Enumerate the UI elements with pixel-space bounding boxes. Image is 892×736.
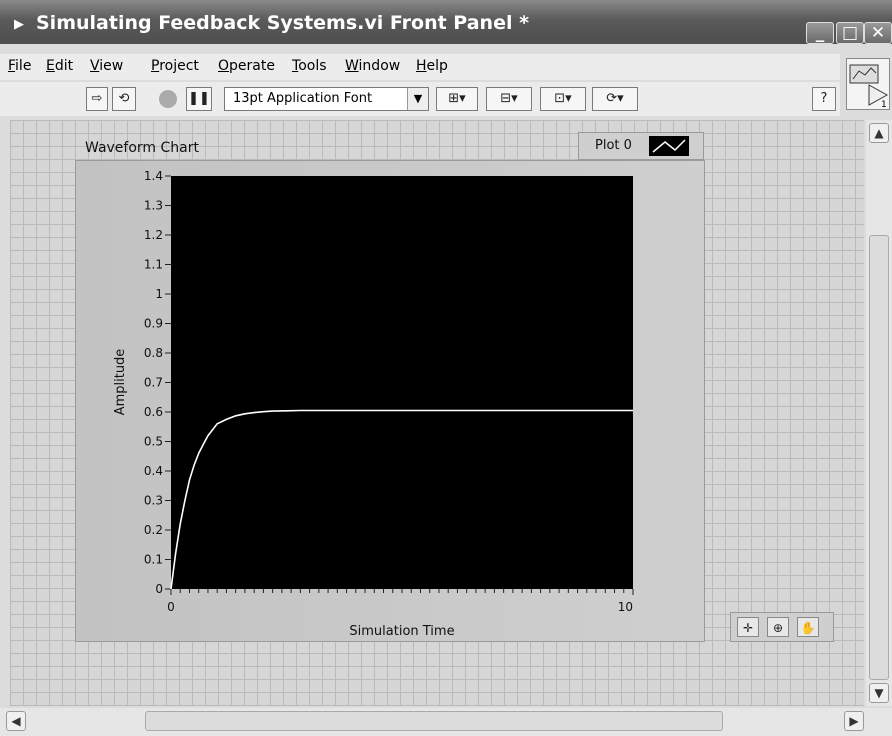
maximize-button[interactable]: □ (836, 22, 864, 44)
legend-line-swatch[interactable] (649, 136, 689, 156)
y-axis: 0 0.1 0.2 0.3 0.4 0.5 0.6 0.7 0.8 0.9 1 1.1 1.2 1.3 1.… (144, 169, 171, 596)
y-tick-label: 0.8 (144, 346, 163, 360)
y-tick-label: 1.2 (144, 228, 163, 242)
x-axis-label: Simulation Time (349, 624, 454, 639)
font-select[interactable]: 13pt Application Font ▼ (224, 87, 429, 111)
scroll-right-icon[interactable]: ▶ (844, 711, 864, 731)
y-tick-label: 1.1 (144, 258, 163, 272)
vi-icon-graphic: 1 (849, 64, 889, 110)
menu-view[interactable]: View (90, 58, 123, 74)
waveform-chart[interactable]: 0 0.1 0.2 0.3 0.4 0.5 0.6 0.7 0.8 0.9 1 1.1 1.2 1.3 1.… (75, 160, 705, 642)
run-arrow-icon[interactable]: ⇨ (86, 87, 108, 111)
y-tick-label: 0.6 (144, 405, 163, 419)
pause-icon[interactable]: ❚❚ (186, 87, 212, 111)
y-axis-label: Amplitude (113, 349, 128, 416)
menu-project[interactable]: Project (151, 58, 199, 74)
scroll-left-icon[interactable]: ◀ (6, 711, 26, 731)
svg-text:1: 1 (881, 100, 887, 109)
y-tick-label: 0.1 (144, 553, 163, 567)
y-tick-label: 0.7 (144, 376, 163, 390)
help-icon[interactable]: ? (812, 87, 836, 111)
plot-legend[interactable]: Plot 0 (578, 132, 704, 160)
x-axis: 0 10 (167, 589, 634, 614)
pan-hand-icon[interactable]: ✋ (797, 617, 819, 637)
labview-window: ▶ Simulating Feedback Systems.vi Front P… (0, 0, 892, 736)
menu-file[interactable]: File (8, 58, 31, 74)
legend-line-icon (652, 139, 686, 153)
distribute-objects-icon[interactable]: ⊟▾ (486, 87, 532, 111)
y-tick-label: 0.9 (144, 317, 163, 331)
vi-connector-icon[interactable]: 1 (846, 58, 890, 110)
abort-icon[interactable] (156, 87, 180, 111)
zoom-icon[interactable]: ⊕ (767, 617, 789, 637)
title-bar[interactable]: ▶ Simulating Feedback Systems.vi Front P… (0, 0, 892, 44)
x-tick-label: 0 (167, 600, 175, 614)
align-objects-icon[interactable]: ⊞▾ (436, 87, 478, 111)
plot-area[interactable] (171, 176, 633, 589)
resize-objects-icon[interactable]: ⊡▾ (540, 87, 586, 111)
vertical-scroll-thumb[interactable] (869, 235, 889, 680)
horizontal-scroll-thumb[interactable] (145, 711, 723, 731)
graph-palette: ✛ ⊕ ✋ (730, 612, 834, 642)
y-tick-label: 0.2 (144, 523, 163, 537)
menu-window[interactable]: Window (345, 58, 400, 74)
cursor-icon[interactable]: ✛ (737, 617, 759, 637)
chart-svg: 0 0.1 0.2 0.3 0.4 0.5 0.6 0.7 0.8 0.9 1 1.1 1.2 1.3 1.… (113, 169, 634, 639)
menu-bar: File Edit View Project Operate Tools Win… (0, 54, 840, 80)
reorder-icon[interactable]: ⟳▾ (592, 87, 638, 111)
toolbar: ⇨ ⟲ ❚❚ 13pt Application Font ▼ ⊞▾ ⊟▾ ⊡▾ … (0, 82, 840, 116)
scroll-up-icon[interactable]: ▲ (869, 123, 889, 143)
menu-help[interactable]: Help (416, 58, 448, 74)
legend-plot-name: Plot 0 (595, 138, 632, 153)
chevron-down-icon[interactable]: ▼ (407, 88, 428, 110)
window-title: Simulating Feedback Systems.vi Front Pan… (36, 12, 530, 34)
menu-operate[interactable]: Operate (218, 58, 275, 74)
chart-label: Waveform Chart (85, 140, 199, 156)
y-tick-label: 0.5 (144, 435, 163, 449)
font-select-label: 13pt Application Font (233, 91, 373, 106)
run-continuously-icon[interactable]: ⟲ (112, 87, 136, 111)
y-tick-label: 1.4 (144, 169, 163, 183)
vi-front-panel-icon: ▶ (14, 17, 24, 32)
menu-tools[interactable]: Tools (292, 58, 327, 74)
minimize-button[interactable]: _ (806, 22, 834, 44)
x-tick-label: 10 (618, 600, 633, 614)
y-tick-label: 0 (155, 582, 163, 596)
y-tick-label: 1 (155, 287, 163, 301)
horizontal-scrollbar[interactable]: ◀ ▶ (0, 708, 892, 736)
close-button[interactable]: ✕ (864, 22, 892, 44)
menu-edit[interactable]: Edit (46, 58, 73, 74)
y-tick-label: 1.3 (144, 199, 163, 213)
y-tick-label: 0.4 (144, 464, 163, 478)
y-tick-label: 0.3 (144, 494, 163, 508)
scroll-down-icon[interactable]: ▼ (869, 683, 889, 703)
vertical-scrollbar[interactable]: ▲ ▼ (866, 120, 892, 706)
